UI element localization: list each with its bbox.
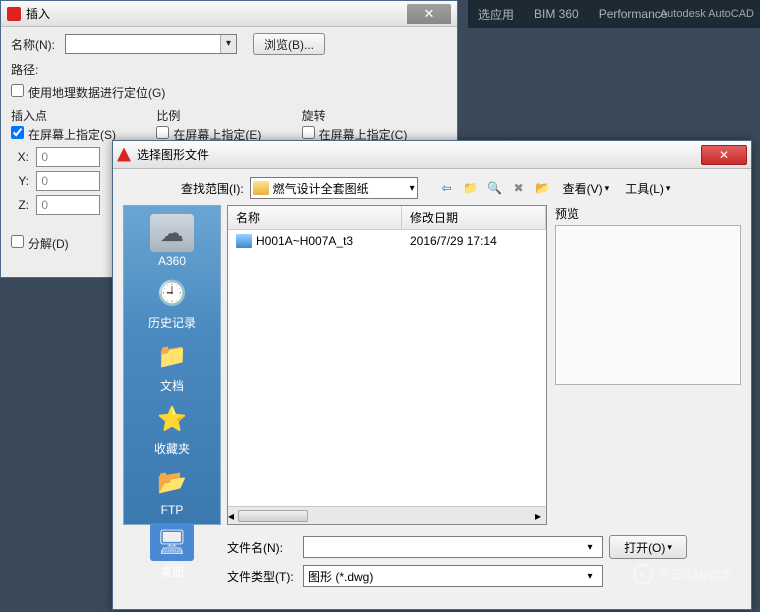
z-label: Z: [11, 198, 29, 212]
chevron-down-icon[interactable]: ▾ [220, 35, 236, 53]
onscreen-point-check[interactable]: 在屏幕上指定(S) [11, 128, 116, 142]
view-button[interactable]: 查看(V)▾ [558, 179, 615, 198]
explode-check[interactable]: 分解(D) [11, 237, 69, 251]
select-file-title: 选择图形文件 [137, 146, 209, 163]
column-name[interactable]: 名称 [228, 206, 402, 229]
path-label: 路径: [11, 61, 65, 78]
insert-titlebar[interactable]: 插入 ✕ [1, 1, 457, 27]
places-bar: ☁A360 🕘历史记录 📁文档 ⭐收藏夹 📂FTP 🖥桌面 [123, 205, 221, 525]
z-input[interactable] [36, 195, 100, 215]
lookin-combo[interactable]: 燃气设计全套图纸 ▾ [250, 177, 418, 199]
x-input[interactable] [36, 147, 100, 167]
chevron-down-icon[interactable]: ▾ [582, 571, 598, 582]
file-row[interactable]: H001A~H007A_t3 2016/7/29 17:14 [228, 230, 546, 252]
up-folder-icon[interactable]: 📁 [462, 179, 480, 197]
horizontal-scrollbar[interactable]: ◂ ▸ [228, 506, 546, 524]
autocad-icon [7, 7, 21, 21]
app-name: Autodesk AutoCAD [660, 8, 754, 20]
preview-pane: 预览 [555, 205, 741, 525]
name-label: 名称(N): [11, 36, 65, 53]
ribbon-tab[interactable]: BIM 360 [524, 0, 589, 28]
y-label: Y: [11, 174, 29, 188]
chevron-down-icon[interactable]: ▾ [410, 183, 415, 194]
preview-label: 预览 [555, 205, 741, 222]
chevron-down-icon: ▾ [605, 183, 610, 194]
column-date[interactable]: 修改日期 [402, 206, 546, 229]
watermark: ◐ 天正CAD自学 [633, 564, 732, 584]
scale-group: 比例 [156, 107, 301, 124]
filename-label: 文件名(N): [227, 539, 297, 556]
app-titlebar: 选应用 BIM 360 Performance Autodesk AutoCAD [468, 0, 760, 28]
search-icon[interactable]: 🔍 [486, 179, 504, 197]
folder-icon [253, 181, 269, 195]
select-file-dialog: 选择图形文件 ✕ 查找范围(I): 燃气设计全套图纸 ▾ ⇦ 📁 🔍 ✖ 📂 查… [112, 140, 752, 610]
wechat-icon: ◐ [633, 564, 653, 584]
y-input[interactable] [36, 171, 100, 191]
select-file-titlebar[interactable]: 选择图形文件 ✕ [113, 141, 751, 169]
close-icon[interactable]: ✕ [407, 4, 451, 24]
lookin-folder: 燃气设计全套图纸 [273, 180, 369, 197]
scroll-right-icon[interactable]: ▸ [530, 509, 546, 523]
filetype-combo[interactable]: 图形 (*.dwg)▾ [303, 565, 603, 587]
file-list[interactable]: 名称 修改日期 H001A~H007A_t3 2016/7/29 17:14 ◂… [227, 205, 547, 525]
x-label: X: [11, 150, 29, 164]
preview-box [555, 225, 741, 385]
place-a360[interactable]: ☁A360 [130, 212, 214, 270]
scroll-left-icon[interactable]: ◂ [228, 509, 234, 523]
filetype-label: 文件类型(T): [227, 568, 297, 585]
filename-combo[interactable]: ▾ [303, 536, 603, 558]
place-ftp[interactable]: 📂FTP [130, 461, 214, 519]
dwg-icon [236, 234, 252, 248]
autocad-icon [117, 148, 131, 162]
tools-button[interactable]: 工具(L)▾ [620, 179, 675, 198]
open-button[interactable]: 打开(O)▾ [609, 535, 687, 559]
lookin-label: 查找范围(I): [181, 180, 244, 197]
insert-point-group: 插入点 [11, 107, 156, 124]
scroll-thumb[interactable] [238, 510, 308, 522]
insert-title: 插入 [26, 5, 50, 22]
chevron-down-icon[interactable]: ▾ [582, 542, 598, 553]
delete-icon[interactable]: ✖ [510, 179, 528, 197]
place-favorites[interactable]: ⭐收藏夹 [130, 398, 214, 459]
browse-button[interactable]: 浏览(B)... [253, 33, 325, 55]
close-button[interactable]: ✕ [701, 145, 747, 165]
new-folder-icon[interactable]: 📂 [534, 179, 552, 197]
rotate-group: 旋转 [302, 107, 447, 124]
chevron-down-icon: ▾ [666, 183, 671, 194]
place-documents[interactable]: 📁文档 [130, 335, 214, 396]
name-combo[interactable]: ▾ [65, 34, 237, 54]
place-history[interactable]: 🕘历史记录 [130, 272, 214, 333]
ribbon-tab[interactable]: 选应用 [468, 0, 524, 28]
file-list-header[interactable]: 名称 修改日期 [228, 206, 546, 230]
back-icon[interactable]: ⇦ [438, 179, 456, 197]
geo-check[interactable]: 使用地理数据进行定位(G) [11, 84, 165, 101]
place-desktop[interactable]: 🖥桌面 [130, 521, 214, 582]
